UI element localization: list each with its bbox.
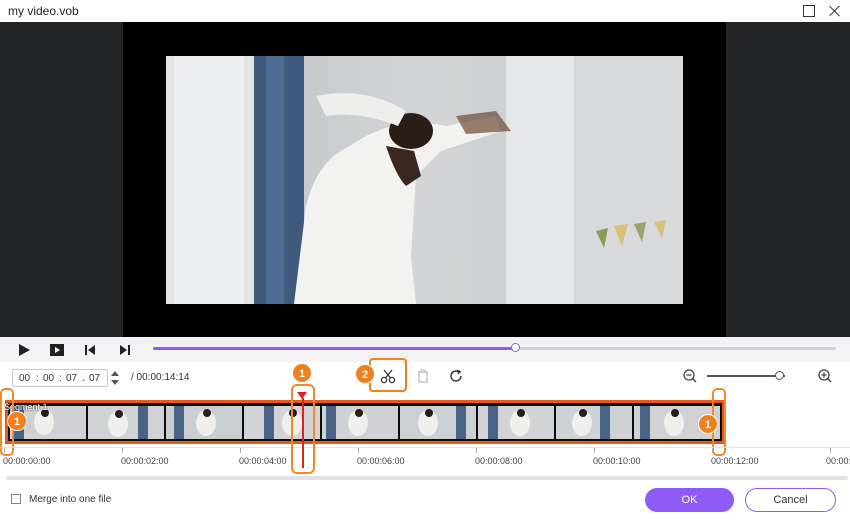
ruler-tick-label: 00:00:02:00: [121, 456, 169, 466]
zoom-slider-handle[interactable]: [774, 371, 784, 380]
ruler-tick: [4, 448, 5, 453]
step-down-icon[interactable]: [111, 380, 119, 385]
play-icon[interactable]: [16, 342, 32, 358]
clip-thumbnail: [322, 406, 398, 439]
merge-checkbox[interactable]: [11, 494, 21, 504]
step-up-icon[interactable]: [111, 371, 119, 376]
skip-back-icon[interactable]: [82, 342, 98, 358]
timeline-ruler: [0, 447, 850, 448]
time-hours[interactable]: 00: [19, 373, 30, 384]
scissors-icon[interactable]: [380, 368, 396, 384]
clip-thumbnail: [88, 406, 164, 439]
playback-progress-bar[interactable]: [153, 343, 836, 352]
total-duration: / 00:00:14:14: [131, 372, 190, 383]
callout-badge-end: 1: [698, 414, 718, 434]
clip-thumbnail: [478, 406, 554, 439]
cancel-button[interactable]: Cancel: [745, 488, 836, 512]
ruler-tick: [830, 448, 831, 453]
clip-thumbnail: [166, 406, 242, 439]
callout-badge-playhead: 1: [292, 363, 312, 383]
zoom-out-icon[interactable]: [682, 368, 698, 384]
current-time-input[interactable]: 00 : 00 : 07 . 07: [12, 369, 108, 387]
timeline-scrollbar[interactable]: [6, 476, 848, 480]
maximize-icon[interactable]: [802, 4, 816, 18]
playhead[interactable]: [302, 398, 304, 468]
ruler-tick-label: 00:00:04:00: [239, 456, 287, 466]
ruler-tick-label: 00:00:00:00: [3, 456, 51, 466]
close-icon[interactable]: [828, 4, 842, 18]
video-frame: [166, 56, 683, 304]
time-minutes[interactable]: 00: [43, 373, 54, 384]
ruler-tick: [122, 448, 123, 453]
segment-clip[interactable]: [5, 400, 725, 444]
zoom-in-icon[interactable]: [817, 368, 833, 384]
ruler-tick-label: 00:00:10:00: [593, 456, 641, 466]
playback-progress-handle[interactable]: [510, 343, 520, 352]
time-seconds[interactable]: 07: [66, 373, 77, 384]
zoom-slider[interactable]: [707, 375, 785, 377]
ruler-tick: [358, 448, 359, 453]
merge-label: Merge into one file: [29, 494, 112, 505]
time-stepper[interactable]: [111, 368, 119, 388]
callout-badge-start: 1: [7, 411, 27, 431]
clip-thumbnail: [400, 406, 476, 439]
playback-progress-fill: [153, 347, 515, 350]
title-bar: my video.vob: [0, 0, 850, 22]
window-title: my video.vob: [8, 4, 79, 18]
ruler-tick: [240, 448, 241, 453]
time-separator: .: [82, 373, 85, 384]
ruler-tick-label: 00:00:: [826, 456, 850, 466]
video-viewer: [0, 22, 850, 337]
ruler-tick-label: 00:00:06:00: [357, 456, 405, 466]
trash-icon[interactable]: [415, 368, 431, 384]
ruler-tick-label: 00:00:08:00: [475, 456, 523, 466]
time-separator: :: [59, 373, 62, 384]
ruler-tick: [594, 448, 595, 453]
ok-button[interactable]: OK: [645, 488, 734, 512]
ruler-tick: [712, 448, 713, 453]
skip-forward-icon[interactable]: [117, 342, 133, 358]
preview-icon[interactable]: [49, 342, 65, 358]
clip-thumbnail: [556, 406, 632, 439]
time-separator: :: [36, 373, 39, 384]
playhead-marker-icon[interactable]: [297, 392, 307, 399]
refresh-icon[interactable]: [448, 368, 464, 384]
ruler-tick: [476, 448, 477, 453]
ruler-tick-label: 00:00:12:00: [711, 456, 759, 466]
callout-badge-cut: 2: [355, 364, 375, 384]
time-frames[interactable]: 07: [89, 373, 100, 384]
